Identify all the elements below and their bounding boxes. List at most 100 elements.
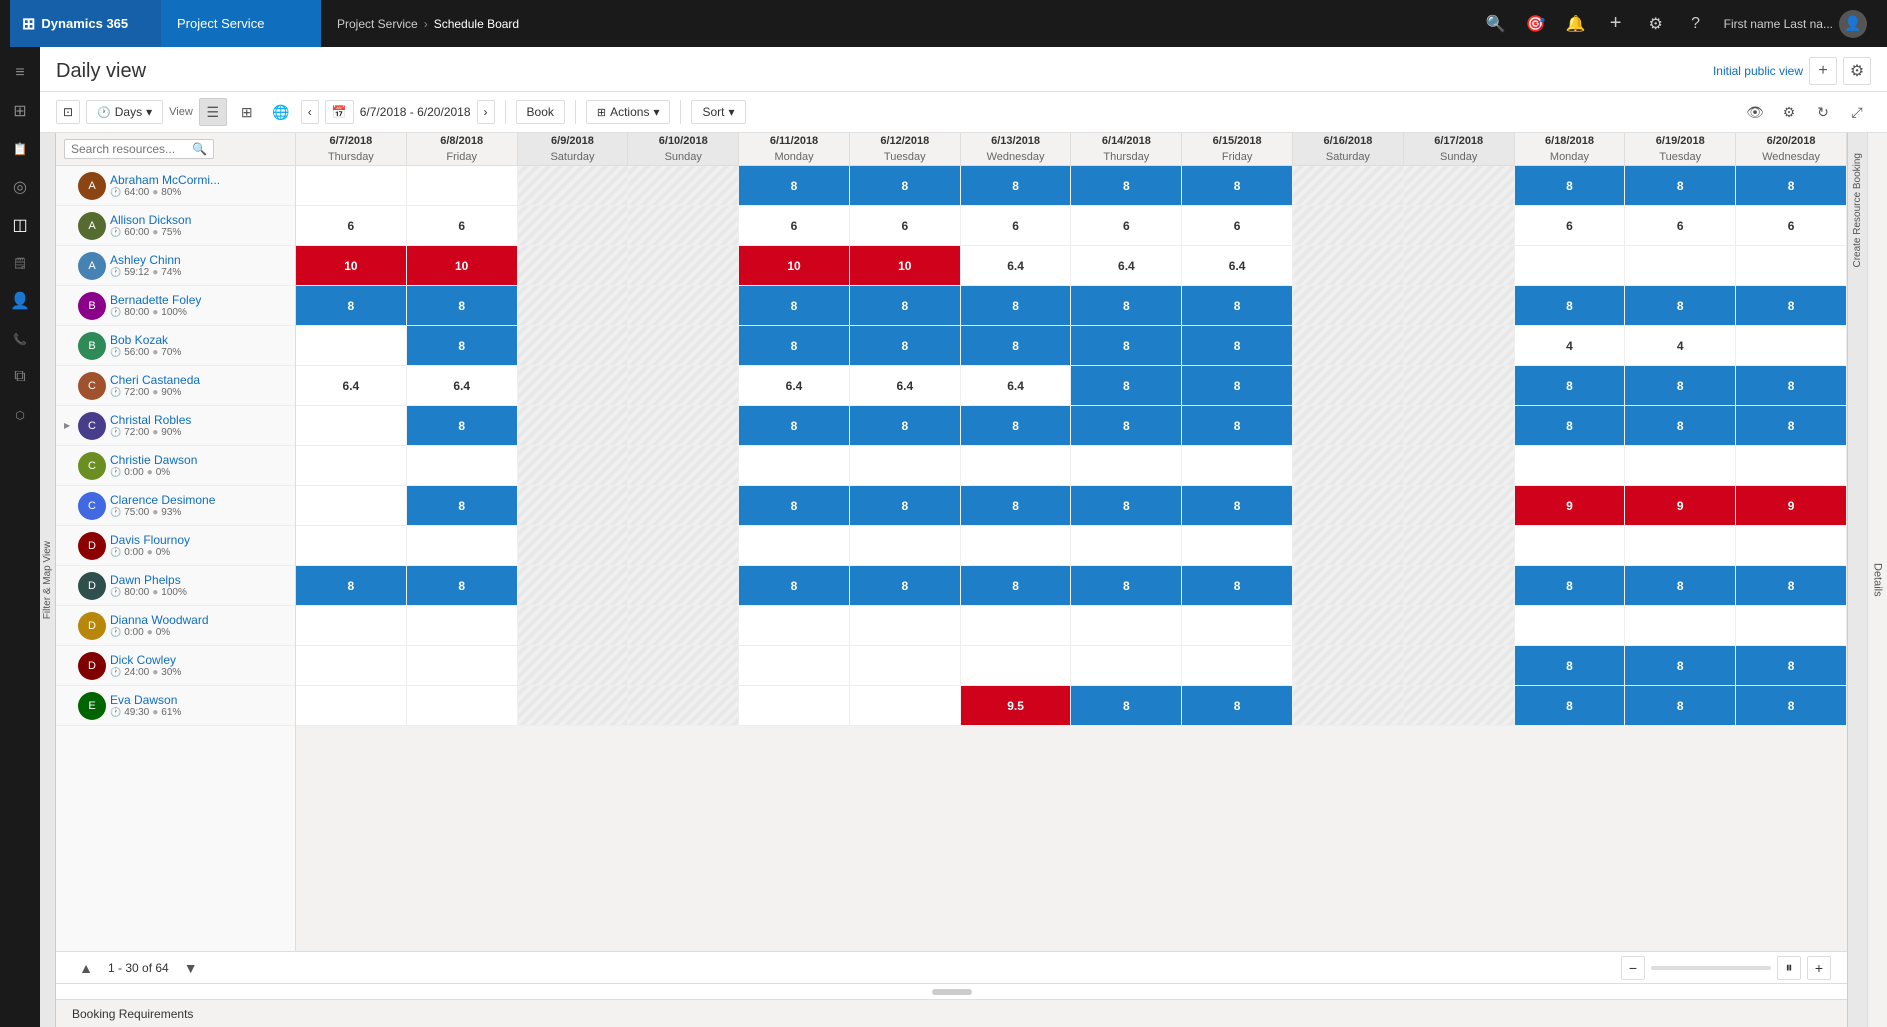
bell-icon-button[interactable]: 🔔 (1558, 6, 1594, 42)
resource-row[interactable]: B Bob Kozak 🕐 56:00 ● 70% (56, 326, 295, 366)
resource-row[interactable]: D Davis Flournoy 🕐 0:00 ● 0% (56, 526, 295, 566)
schedule-cell[interactable]: 8 (850, 566, 961, 605)
schedule-cell[interactable]: 8 (739, 166, 850, 205)
prev-date-button[interactable]: ‹ (301, 100, 319, 124)
schedule-cell[interactable]: 6.4 (739, 366, 850, 405)
schedule-cell[interactable]: 10 (739, 246, 850, 285)
zoom-slider[interactable] (1651, 966, 1771, 970)
list-view-button[interactable]: ☰ (199, 98, 227, 126)
schedule-cell[interactable]: 8 (1182, 686, 1293, 725)
schedule-cell[interactable]: 6 (1625, 206, 1736, 245)
schedule-cell[interactable]: 9 (1515, 486, 1626, 525)
schedule-cell[interactable]: 8 (1736, 406, 1847, 445)
schedule-cell[interactable]: 8 (1515, 646, 1626, 685)
schedule-cell[interactable]: 8 (1625, 366, 1736, 405)
schedule-cell[interactable]: 8 (1736, 166, 1847, 205)
resource-row[interactable]: D Dawn Phelps 🕐 80:00 ● 100% (56, 566, 295, 606)
right-sidebar[interactable]: Create Resource Booking (1847, 133, 1867, 1027)
schedule-cell[interactable]: 8 (1071, 366, 1182, 405)
resource-row[interactable]: D Dick Cowley 🕐 24:00 ● 30% (56, 646, 295, 686)
dashboard-icon[interactable]: ⊞ (2, 93, 38, 129)
activities-icon[interactable]: 📋 (2, 131, 38, 167)
schedule-cell[interactable]: 4 (1625, 326, 1736, 365)
help-icon-button[interactable]: ? (1678, 6, 1714, 42)
target-icon-button[interactable]: 🎯 (1518, 6, 1554, 42)
schedule-cell[interactable]: 8 (961, 566, 1072, 605)
schedule-cell[interactable]: 8 (1625, 406, 1736, 445)
resource-row[interactable]: A Ashley Chinn 🕐 59:12 ● 74% (56, 246, 295, 286)
table-view-button[interactable]: ⊞ (233, 98, 261, 126)
schedule-cell[interactable]: 8 (961, 486, 1072, 525)
expand-all-button[interactable]: ▼ (177, 954, 205, 982)
schedule-cell[interactable]: 6.4 (1071, 246, 1182, 285)
schedule-cell[interactable]: 8 (407, 406, 518, 445)
schedule-cell[interactable]: 6.4 (296, 366, 407, 405)
schedule-cell[interactable]: 8 (850, 406, 961, 445)
schedule-cell[interactable]: 8 (850, 166, 961, 205)
resource-icon[interactable]: ⧉ (2, 359, 38, 395)
schedule-cell[interactable]: 8 (1071, 286, 1182, 325)
schedule-cell[interactable]: 8 (1071, 486, 1182, 525)
user-icon[interactable]: 👤 (2, 283, 38, 319)
details-panel[interactable]: Details (1867, 133, 1887, 1027)
schedule-cell[interactable]: 8 (739, 566, 850, 605)
eye-view-button[interactable]: 👁 (1741, 98, 1769, 126)
schedule-cell[interactable]: 8 (1515, 366, 1626, 405)
schedule-cell[interactable]: 8 (1071, 566, 1182, 605)
schedule-cell[interactable]: 8 (1182, 166, 1293, 205)
schedule-cell[interactable]: 8 (1515, 566, 1626, 605)
add-view-button[interactable]: + (1809, 57, 1837, 85)
schedule-cell[interactable]: 10 (407, 246, 518, 285)
grid-view-button[interactable]: ⊡ (56, 100, 80, 124)
expand-icon[interactable]: ▶ (64, 421, 74, 430)
calendar-button[interactable]: 📅 (325, 100, 354, 124)
schedule-cell[interactable]: 8 (407, 566, 518, 605)
schedule-cell[interactable]: 8 (1625, 166, 1736, 205)
schedule-cell[interactable]: 8 (1625, 286, 1736, 325)
schedule-cell[interactable]: 8 (1071, 326, 1182, 365)
schedule-cell[interactable]: 6.4 (1182, 246, 1293, 285)
schedule-cell[interactable]: 6 (407, 206, 518, 245)
resource-row[interactable]: ▶ C Christal Robles 🕐 72:00 ● 90% (56, 406, 295, 446)
zoom-in-button[interactable]: + (1807, 956, 1831, 980)
schedule-cell[interactable]: 8 (1515, 286, 1626, 325)
search-nav-button[interactable]: 🔍 (1478, 6, 1514, 42)
schedule-cell[interactable]: 8 (296, 286, 407, 325)
menu-button[interactable]: ≡ (2, 55, 38, 91)
schedule-cell[interactable]: 8 (1625, 566, 1736, 605)
collapse-all-button[interactable]: ▲ (72, 954, 100, 982)
resource-row[interactable]: D Dianna Woodward 🕐 0:00 ● 0% (56, 606, 295, 646)
schedule-cell[interactable]: 8 (1182, 486, 1293, 525)
schedule-cell[interactable]: 6.4 (961, 246, 1072, 285)
schedule-cell[interactable]: 8 (296, 566, 407, 605)
resource-row[interactable]: A Allison Dickson 🕐 60:00 ● 75% (56, 206, 295, 246)
filter-sidebar[interactable]: Filter & Map View (40, 133, 56, 1027)
view-settings-button[interactable]: ⚙ (1843, 57, 1871, 85)
resource-row[interactable]: E Eva Dawson 🕐 49:30 ● 61% (56, 686, 295, 726)
schedule-cell[interactable]: 8 (1182, 286, 1293, 325)
schedule-cell[interactable]: 8 (1736, 566, 1847, 605)
notes-icon[interactable]: 🗒 (2, 245, 38, 281)
phone-icon[interactable]: 📞 (2, 321, 38, 357)
schedule-cell[interactable]: 8 (1182, 366, 1293, 405)
schedule-cell[interactable]: 6.4 (961, 366, 1072, 405)
schedule-cell[interactable]: 6.4 (407, 366, 518, 405)
schedule-cell[interactable]: 8 (850, 286, 961, 325)
refresh-button[interactable]: ↻ (1809, 98, 1837, 126)
days-dropdown[interactable]: 🕐 Days (86, 100, 163, 124)
schedule-cell[interactable]: 8 (1736, 686, 1847, 725)
schedule-cell[interactable]: 9 (1625, 486, 1736, 525)
schedule-cell[interactable]: 8 (739, 406, 850, 445)
schedule-cell[interactable]: 8 (739, 486, 850, 525)
schedule-cell[interactable]: 8 (739, 286, 850, 325)
schedule-cell[interactable]: 8 (739, 326, 850, 365)
brand-logo[interactable]: ⊞ Dynamics 365 (10, 0, 161, 47)
resource-row[interactable]: C Christie Dawson 🕐 0:00 ● 0% (56, 446, 295, 486)
schedule-cell[interactable]: 6 (1515, 206, 1626, 245)
settings-icon-button[interactable]: ⚙ (1638, 6, 1674, 42)
view-link[interactable]: Initial public view (1713, 64, 1803, 78)
resource-row[interactable]: C Clarence Desimone 🕐 75:00 ● 93% (56, 486, 295, 526)
schedule-cell[interactable]: 8 (1182, 566, 1293, 605)
schedule-cell[interactable]: 8 (1071, 166, 1182, 205)
search-input[interactable] (71, 142, 188, 156)
